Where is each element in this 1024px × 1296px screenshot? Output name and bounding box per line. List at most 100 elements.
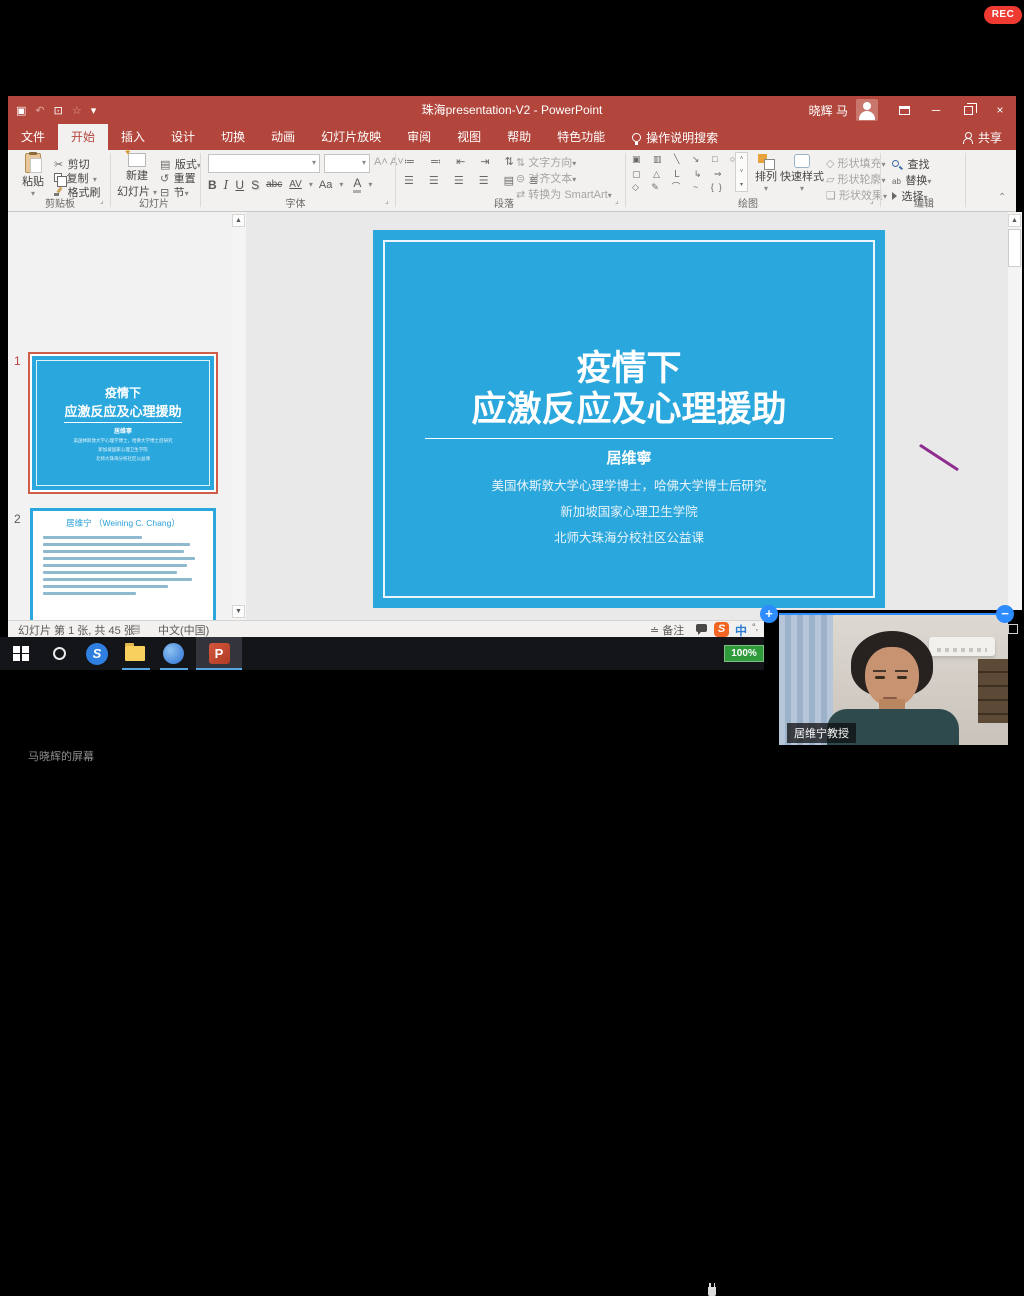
slide-thumbnail-1[interactable]: 疫情下 应激反应及心理援助 居维寧 美国休斯敦大学心理学博士，哈佛大学博士后研究… <box>28 352 218 494</box>
presenter-brow <box>895 670 908 672</box>
text-direction-button[interactable]: ⇅ 文字方向▾ <box>516 154 576 170</box>
copy-icon <box>54 173 62 182</box>
slide-thumbnail-panel: 1 疫情下 应激反应及心理援助 居维寧 美国休斯敦大学心理学博士，哈佛大学博士后… <box>8 212 232 620</box>
expand-video-icon[interactable] <box>1008 624 1018 634</box>
start-button[interactable] <box>4 637 38 670</box>
slide-thumbnail-2[interactable]: 居维宁 （Weining C. Chang） <box>30 508 216 620</box>
tell-me-search[interactable]: 操作说明搜索 <box>632 124 718 150</box>
slides-group-label: 幻灯片 <box>112 195 196 210</box>
clipboard-dialog-launcher[interactable]: ⌟ <box>100 196 104 205</box>
canvas-scrollbar[interactable]: ▲ <box>1008 212 1022 620</box>
slide-counter[interactable]: 幻灯片 第 1 张, 共 45 张 <box>18 622 135 638</box>
paste-icon <box>25 153 41 173</box>
tab-slideshow[interactable]: 幻灯片放映 <box>308 124 394 150</box>
font-dialog-launcher[interactable]: ⌟ <box>385 196 389 205</box>
replace-icon: ab <box>892 177 901 186</box>
search-icon <box>53 647 66 660</box>
font-name-combo[interactable] <box>208 154 320 173</box>
thumbnail-scrollbar[interactable]: ▲ ▼ <box>232 212 246 620</box>
slide-border <box>383 240 875 598</box>
font-color-button[interactable]: A <box>353 176 361 193</box>
strikethrough-button[interactable]: abc <box>266 179 282 190</box>
ribbon-display-options-icon[interactable] <box>888 96 920 124</box>
close-button[interactable]: × <box>984 96 1016 124</box>
notes-toggle[interactable]: ≐ 备注 <box>650 622 684 638</box>
tab-help[interactable]: 帮助 <box>494 124 544 150</box>
account-name[interactable]: 晓辉 马 <box>809 102 848 119</box>
shrink-font-button[interactable]: A˅ <box>390 156 404 168</box>
tab-transitions[interactable]: 切换 <box>208 124 258 150</box>
presenter-eye <box>897 676 907 679</box>
arrange-button[interactable]: 排列 ▾ <box>752 154 780 193</box>
collapse-ribbon-icon[interactable]: ⌃ <box>998 192 1006 203</box>
tab-file[interactable]: 文件 <box>8 124 58 150</box>
shapes-gallery-row1[interactable]: ▣ ▥ ╲ ↘ □ ○ <box>632 154 740 165</box>
tab-insert[interactable]: 插入 <box>108 124 158 150</box>
language-status[interactable]: 中文(中国) <box>158 622 209 638</box>
thumb-1-number: 1 <box>14 354 21 368</box>
drawing-group-label: 绘图 <box>648 195 848 210</box>
font-size-combo[interactable] <box>324 154 370 173</box>
browser-icon <box>163 643 184 664</box>
shapes-gallery-row2[interactable]: ▢ △ Ｌ ↳ ⇒ ⇓ <box>632 167 747 180</box>
battery-indicator[interactable]: 100% <box>724 645 764 662</box>
font-group-label: 字体 <box>208 195 383 210</box>
align-text-button[interactable]: ⊜ 对齐文本▾ <box>516 170 576 186</box>
minimize-button[interactable]: ─ <box>920 96 952 124</box>
new-slide-icon <box>128 153 146 167</box>
proofing-icon[interactable]: ▤ <box>130 622 140 635</box>
tab-review[interactable]: 审阅 <box>394 124 444 150</box>
drawing-dialog-launcher[interactable]: ⌟ <box>870 196 874 205</box>
change-case-button[interactable]: Aa <box>319 179 332 191</box>
sogou-browser-button[interactable]: S <box>80 637 114 670</box>
thumb-scroll-up-icon[interactable]: ▲ <box>232 214 245 227</box>
align-text-icon: ⊜ <box>516 173 525 185</box>
bold-button[interactable]: B <box>208 178 217 192</box>
italic-button[interactable]: I <box>224 178 229 192</box>
quick-styles-button[interactable]: 快速样式 ▾ <box>780 154 824 193</box>
tab-design[interactable]: 设计 <box>158 124 208 150</box>
ime-punct-indicator[interactable]: °, <box>752 622 758 632</box>
browser-button[interactable] <box>156 637 190 670</box>
presenter-brow <box>873 670 886 672</box>
file-explorer-button[interactable] <box>118 637 152 670</box>
thumb-scroll-down-icon[interactable]: ▼ <box>232 605 245 618</box>
text-direction-icon: ⇅ <box>516 157 525 169</box>
video-zoom-out-button[interactable]: − <box>996 605 1014 623</box>
paragraph-row1-icons[interactable]: ≔ ≕ ⇤ ⇥ ⇅ <box>404 155 520 168</box>
powerpoint-taskbar-button[interactable]: P <box>196 637 242 670</box>
find-icon <box>892 160 899 167</box>
text-shadow-button[interactable]: S <box>251 178 259 192</box>
shapes-gallery-row3[interactable]: ◇ ✎ ⌒ ~ {} <box>632 180 727 193</box>
paste-button[interactable]: 粘贴 ▾ <box>16 153 50 198</box>
avatar[interactable] <box>856 99 878 121</box>
share-button[interactable]: 共享 <box>963 124 1002 150</box>
underline-button[interactable]: U <box>235 178 244 192</box>
tab-features[interactable]: 特色功能 <box>544 124 618 150</box>
search-button[interactable] <box>42 637 76 670</box>
shapes-gallery-scroll[interactable]: ˄˅▾ <box>735 152 748 192</box>
tab-home[interactable]: 开始 <box>58 124 108 150</box>
canvas-scroll-thumb[interactable] <box>1008 229 1021 267</box>
shape-outline-icon: ▱ <box>826 174 834 186</box>
shape-fill-button[interactable]: ◇ 形状填充▾ <box>826 155 886 171</box>
tab-view[interactable]: 视图 <box>444 124 494 150</box>
arrange-icon <box>758 154 774 168</box>
air-conditioner <box>929 637 995 656</box>
new-slide-button[interactable]: 新建 幻灯片 ▾ <box>116 153 158 199</box>
rec-badge: REC <box>984 6 1022 24</box>
tab-animations[interactable]: 动画 <box>258 124 308 150</box>
bookshelf <box>978 659 1008 723</box>
sogou-ime-icon[interactable]: S <box>714 622 729 637</box>
video-zoom-in-button[interactable]: + <box>760 605 778 623</box>
powerpoint-window: ▣ ↶ ⊡ ☆ ▾ 珠海presentation-V2 - PowerPoint… <box>8 96 1016 637</box>
paragraph-dialog-launcher[interactable]: ⌟ <box>615 196 619 205</box>
restore-button[interactable] <box>952 96 984 124</box>
shape-outline-button[interactable]: ▱ 形状轮廓▾ <box>826 171 886 187</box>
canvas-scroll-up-icon[interactable]: ▲ <box>1008 214 1021 227</box>
comments-icon[interactable] <box>696 622 707 634</box>
grow-font-button[interactable]: A˄ <box>374 156 388 168</box>
clipboard-group-label: 剪贴板 <box>16 195 104 210</box>
char-spacing-button[interactable]: AV <box>289 179 302 190</box>
slide-canvas[interactable]: 疫情下 应激反应及心理援助 居维寧 美国休斯敦大学心理学博士，哈佛大学博士后研究… <box>373 230 885 608</box>
